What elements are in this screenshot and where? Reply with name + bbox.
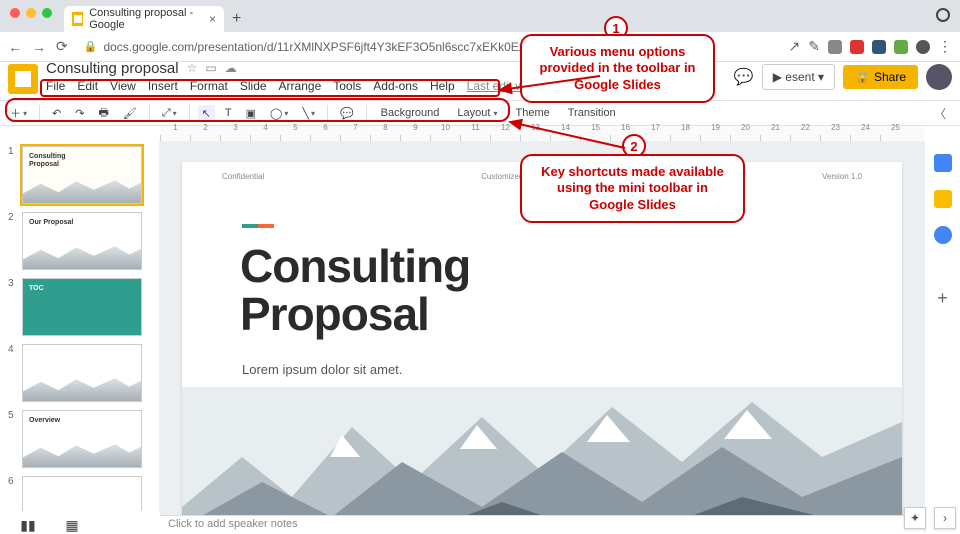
present-button[interactable]: ▶ esent ▾ [762,64,835,90]
slide-header-left: Confidential [222,172,264,181]
image-tool[interactable]: ▣ [242,105,260,122]
background-button[interactable]: Background [375,105,446,121]
slide-thumbnail[interactable]: ConsultingProposal [22,146,142,204]
thumb-number: 6 [8,476,18,511]
next-arrow-icon[interactable]: › [934,507,956,529]
thumb-number: 4 [8,344,18,402]
new-tab-button[interactable]: + [232,10,241,28]
ruler [160,126,924,142]
grid-view-icon[interactable]: ▦ [64,519,80,531]
menu-edit[interactable]: Edit [77,79,98,93]
bottom-right-nav: ✦ › [904,507,956,529]
slide-subtitle[interactable]: Lorem ipsum dolor sit amet. [242,362,402,377]
line-tool[interactable]: ╲▾ [298,105,319,122]
view-switcher: ▮▮ ▦ [20,519,80,531]
account-avatar[interactable] [926,64,952,90]
textbox-tool[interactable]: T [221,105,236,121]
ext-icon[interactable] [850,40,864,54]
menu-file[interactable]: File [46,79,65,93]
close-tab-icon[interactable]: × [209,12,216,26]
mountain-image [182,387,902,515]
menu-arrange[interactable]: Arrange [279,79,322,93]
thumb-number: 3 [8,278,18,336]
cloud-status-icon[interactable]: ☁ [225,61,237,75]
undo-button[interactable]: ↶ [48,105,65,122]
ext-icon[interactable] [872,40,886,54]
annotation-callout-2: Key shortcuts made available using the m… [520,154,745,223]
select-tool[interactable]: ↖ [198,105,215,122]
new-slide-button[interactable]: ＋▾ [6,103,31,123]
thumb-number: 1 [8,146,18,204]
thumb-number: 2 [8,212,18,270]
zoom-button[interactable]: ⤢▾ [158,105,181,122]
ext-icon[interactable] [828,40,842,54]
menu-addons[interactable]: Add-ons [373,79,418,93]
shape-tool[interactable]: ◯▾ [266,105,292,122]
tasks-icon[interactable] [934,226,952,244]
menu-help[interactable]: Help [430,79,455,93]
filmstrip-view-icon[interactable]: ▮▮ [20,519,36,531]
menu-tools[interactable]: Tools [333,79,361,93]
menu-bar: File Edit View Insert Format Slide Arran… [46,79,599,93]
share-button[interactable]: 🔒 Share [843,65,918,89]
annotation-callout-1: Various menu options provided in the too… [520,34,715,103]
maximize-window-icon[interactable] [42,8,52,18]
ext-icon[interactable]: ↗ [789,38,801,55]
browser-tabstrip: Consulting proposal - Google × + [0,0,960,32]
slide-thumbnail[interactable] [22,344,142,402]
close-window-icon[interactable] [10,8,20,18]
browser-tab[interactable]: Consulting proposal - Google × [64,6,224,32]
ext-icon[interactable] [894,40,908,54]
menu-insert[interactable]: Insert [148,79,178,93]
print-button[interactable]: 🖶 [94,102,112,125]
back-button[interactable]: ← [8,39,22,55]
theme-button[interactable]: Theme [510,105,556,121]
keep-icon[interactable] [934,190,952,208]
forward-button[interactable]: → [32,39,46,55]
side-panel: + [924,142,960,533]
menu-view[interactable]: View [110,79,136,93]
speaker-notes[interactable]: Click to add speaker notes [160,515,924,533]
browser-menu-icon[interactable]: ⋮ [938,38,952,55]
ext-icon[interactable]: ✎ [808,38,820,55]
slide-thumbnail[interactable]: TOC [22,278,142,336]
window-controls [10,8,52,18]
star-icon[interactable]: ☆ [187,61,198,75]
slide-thumbnail[interactable]: Our Proposal [22,212,142,270]
redo-button[interactable]: ↷ [71,105,88,122]
add-addon-icon[interactable]: + [934,290,952,308]
filmstrip[interactable]: 1ConsultingProposal2Our Proposal3TOC4 5Ov… [0,142,160,511]
calendar-icon[interactable] [934,154,952,172]
slide-title[interactable]: ConsultingProposal [240,242,470,339]
toolbar: ＋▾ ↶ ↷ 🖶 🖌 ⤢▾ ↖ T ▣ ◯▾ ╲▾ 💬 Background L… [0,100,960,126]
comments-icon[interactable]: 💬 [734,67,754,87]
account-indicator-icon[interactable] [936,8,950,22]
transition-button[interactable]: Transition [562,105,622,121]
layout-button[interactable]: Layout ▾ [451,105,503,121]
reload-button[interactable]: ⟳ [56,38,68,55]
comment-button[interactable]: 💬 [336,105,358,122]
move-icon[interactable]: ▭ [205,61,216,75]
ext-icon[interactable] [916,40,930,54]
doc-title[interactable]: Consulting proposal [46,60,179,77]
extensions: ↗ ✎ ⋮ [789,38,952,55]
slide-thumbnail[interactable] [22,476,142,511]
slides-favicon-icon [72,12,83,26]
explore-button[interactable]: ✦ [904,507,926,529]
menu-format[interactable]: Format [190,79,228,93]
minimize-window-icon[interactable] [26,8,36,18]
accent-bar-icon [242,224,274,228]
thumb-number: 5 [8,410,18,468]
collapse-toolbar-icon[interactable]: 〈 [934,105,954,122]
tab-title: Consulting proposal - Google [89,7,203,31]
slides-logo-icon[interactable] [8,64,38,94]
paint-format-button[interactable]: 🖌 [119,105,141,122]
menu-slide[interactable]: Slide [240,79,267,93]
slide-thumbnail[interactable]: Overview [22,410,142,468]
lock-icon: 🔒 [84,40,98,53]
slide-header-right: Version 1.0 [822,172,862,181]
